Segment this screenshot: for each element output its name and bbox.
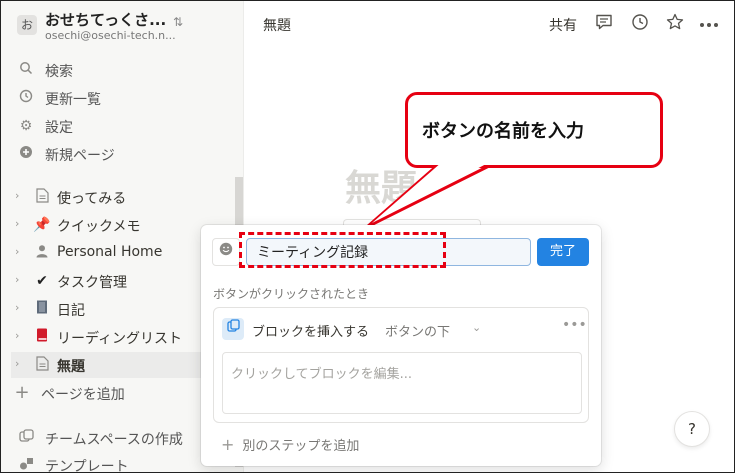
search-icon <box>17 61 35 79</box>
chevron-right-icon[interactable]: › <box>15 357 19 370</box>
block-editor[interactable]: クリックしてブロックを編集... <box>222 352 582 414</box>
highlight-box <box>239 232 446 268</box>
chevron-right-icon[interactable]: › <box>15 273 19 286</box>
callout-text: ボタンの名前を入力 <box>422 121 584 142</box>
pin-icon: 📌 <box>33 217 51 233</box>
chevron-down-icon[interactable]: ⌄ <box>472 321 481 334</box>
book-icon <box>33 328 51 346</box>
chevron-right-icon[interactable]: › <box>15 217 19 230</box>
chevron-right-icon[interactable]: › <box>15 329 19 342</box>
templates-icon <box>17 456 35 472</box>
sidebar-item-label: 検索 <box>45 64 73 80</box>
sidebar-item-label: 設定 <box>45 120 73 136</box>
add-step-button[interactable]: + 別のステップを追加 <box>221 435 359 454</box>
step-action-label: ブロックを挿入する <box>252 325 370 340</box>
person-icon <box>33 244 51 262</box>
sidebar-item-label: 無題 <box>57 359 85 375</box>
chevron-right-icon[interactable]: › <box>15 301 19 314</box>
add-page-label: ページを追加 <box>41 387 125 403</box>
sidebar-item-label: リーディングリスト <box>57 331 183 347</box>
page-icon <box>33 356 51 374</box>
share-button[interactable]: 共有 <box>549 15 577 35</box>
sidebar-item-updates[interactable]: 更新一覧 <box>11 85 239 111</box>
help-button[interactable]: ? <box>674 411 710 447</box>
breadcrumb-page-title[interactable]: 無題 <box>263 15 291 35</box>
notebook-icon <box>33 300 51 318</box>
step-card: ブロックを挿入する ボタンの下 ⌄ ••• クリックしてブロックを編集... <box>213 307 589 423</box>
button-settings-popup: 完了 ボタンがクリックされたとき ブロックを挿入する ボタンの下 ⌄ ••• ク… <box>201 225 601 466</box>
annotation-callout: ボタンの名前を入力 <box>405 92 663 168</box>
sidebar-item-label: Personal Home <box>57 244 163 260</box>
comment-icon[interactable] <box>594 13 614 33</box>
workspace-avatar: お <box>17 15 37 35</box>
star-icon[interactable] <box>665 13 685 33</box>
insert-block-icon <box>222 318 244 340</box>
workspace-switcher[interactable]: お おせちてっくさ... osechi@osechi-tech.n... ⇅ <box>13 9 238 45</box>
page-icon <box>33 188 51 206</box>
sidebar-page-getting-started[interactable]: › 使ってみる <box>11 184 239 210</box>
sidebar-item-new-page[interactable]: 新規ページ <box>11 141 239 167</box>
sidebar-item-label: タスク管理 <box>57 275 127 291</box>
sidebar-item-label: 使ってみる <box>57 191 127 207</box>
more-icon[interactable]: ••• <box>562 317 587 333</box>
emoji-picker-button[interactable] <box>212 238 240 266</box>
add-step-label: 別のステップを追加 <box>242 439 360 454</box>
history-icon[interactable] <box>630 13 650 33</box>
page-title[interactable]: 無題 <box>345 159 417 211</box>
chevron-right-icon[interactable]: › <box>15 245 19 258</box>
app-window: お おせちてっくさ... osechi@osechi-tech.n... ⇅ 検… <box>0 0 735 473</box>
sidebar-item-label: 更新一覧 <box>45 92 101 108</box>
sidebar-item-label: 新規ページ <box>45 148 115 164</box>
templates-label: テンプレート <box>45 459 129 473</box>
chevron-updown-icon[interactable]: ⇅ <box>173 15 183 29</box>
more-icon[interactable] <box>699 13 719 33</box>
trigger-label: ボタンがクリックされたとき <box>213 287 370 301</box>
check-icon: ✔ <box>36 273 48 289</box>
teamspace-label: チームスペースの作成 <box>45 432 183 448</box>
step-position-dropdown[interactable]: ボタンの下 <box>385 321 450 340</box>
plus-icon: + <box>221 435 235 454</box>
chevron-right-icon[interactable]: › <box>15 189 19 202</box>
workspace-email: osechi@osechi-tech.n... <box>45 29 176 42</box>
workspace-name: おせちてっくさ... <box>45 11 167 29</box>
plus-circle-icon <box>17 145 35 163</box>
plus-icon: + <box>14 382 30 403</box>
clock-icon <box>17 89 35 107</box>
sidebar-item-label: クイックメモ <box>57 219 141 235</box>
teamspace-icon <box>17 429 35 447</box>
done-button[interactable]: 完了 <box>537 238 589 266</box>
sidebar-item-settings[interactable]: ⚙ 設定 <box>11 113 239 139</box>
gear-icon: ⚙ <box>19 118 33 134</box>
sidebar-item-label: 日記 <box>57 303 85 319</box>
sidebar-item-search[interactable]: 検索 <box>11 57 239 83</box>
